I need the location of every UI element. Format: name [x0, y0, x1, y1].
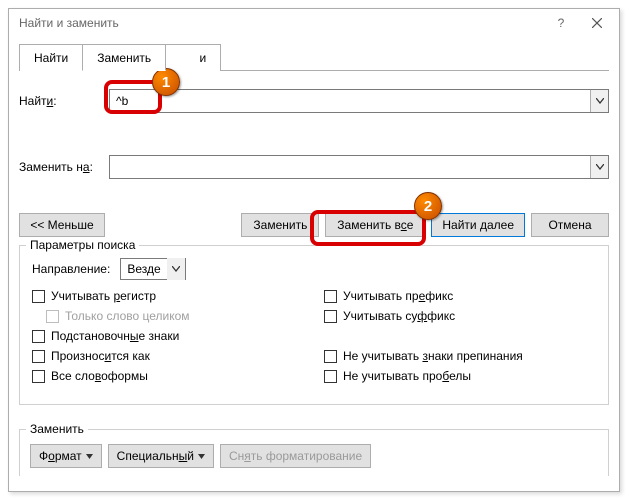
format-button[interactable]: Формат — [30, 444, 102, 468]
tab-goto[interactable]: и — [165, 44, 221, 71]
replace-group: Заменить Формат Специальный Снять формат… — [19, 429, 609, 476]
check-whole-word: Только слово целиком — [46, 309, 304, 323]
find-input[interactable] — [110, 94, 590, 108]
replace-input[interactable] — [110, 160, 590, 174]
tabs: Найти Заменить и — [19, 43, 609, 71]
window-title: Найти и заменить — [19, 16, 543, 30]
check-ignore-space[interactable]: Не учитывать пробелы — [324, 369, 596, 383]
tab-find[interactable]: Найти — [19, 44, 83, 71]
check-ignore-punct[interactable]: Не учитывать знаки препинания — [324, 349, 596, 363]
find-next-button[interactable]: Найти далее — [431, 213, 525, 237]
check-word-forms[interactable]: Все словоформы — [32, 369, 304, 383]
callout-badge-2: 2 — [414, 192, 442, 220]
find-row: Найти: — [19, 89, 609, 113]
replace-dropdown-button[interactable] — [590, 156, 608, 178]
triangle-down-icon — [198, 454, 205, 459]
find-dropdown-button[interactable] — [590, 90, 608, 112]
check-sounds-like[interactable]: Произносится как — [32, 349, 304, 363]
find-label: Найти: — [19, 94, 109, 108]
replace-all-button[interactable]: Заменить все — [325, 213, 425, 237]
close-icon — [592, 18, 602, 28]
chevron-down-icon — [596, 164, 604, 170]
replace-button[interactable]: Заменить — [241, 213, 319, 237]
close-button[interactable] — [579, 11, 615, 35]
check-match-prefix[interactable]: Учитывать префикс — [324, 289, 596, 303]
tab-replace[interactable]: Заменить — [82, 44, 166, 71]
chevron-down-icon — [596, 98, 604, 104]
check-match-case[interactable]: Учитывать регистр — [32, 289, 304, 303]
check-match-suffix[interactable]: Учитывать суффикс — [324, 309, 596, 323]
help-button[interactable]: ? — [543, 11, 579, 35]
less-button[interactable]: << Меньше — [19, 213, 105, 237]
replace-label: Заменить на: — [19, 160, 109, 174]
no-formatting-button: Снять форматирование — [220, 444, 371, 468]
direction-label: Направление: — [32, 262, 110, 276]
check-wildcards[interactable]: Подстановочные знаки — [32, 329, 304, 343]
find-combobox[interactable] — [109, 89, 609, 113]
title-bar: Найти и заменить ? — [9, 9, 619, 37]
search-options-group: Параметры поиска Направление: Везде Учит… — [19, 245, 609, 405]
triangle-down-icon — [86, 454, 93, 459]
replace-combobox[interactable] — [109, 155, 609, 179]
replace-row: Заменить на: — [19, 155, 609, 179]
replace-group-legend: Заменить — [26, 422, 88, 436]
special-button[interactable]: Специальный — [108, 444, 214, 468]
search-options-legend: Параметры поиска — [26, 238, 139, 252]
chevron-down-icon — [172, 266, 180, 272]
callout-badge-1: 1 — [152, 68, 180, 96]
cancel-button[interactable]: Отмена — [531, 213, 609, 237]
direction-select[interactable]: Везде — [120, 258, 186, 280]
